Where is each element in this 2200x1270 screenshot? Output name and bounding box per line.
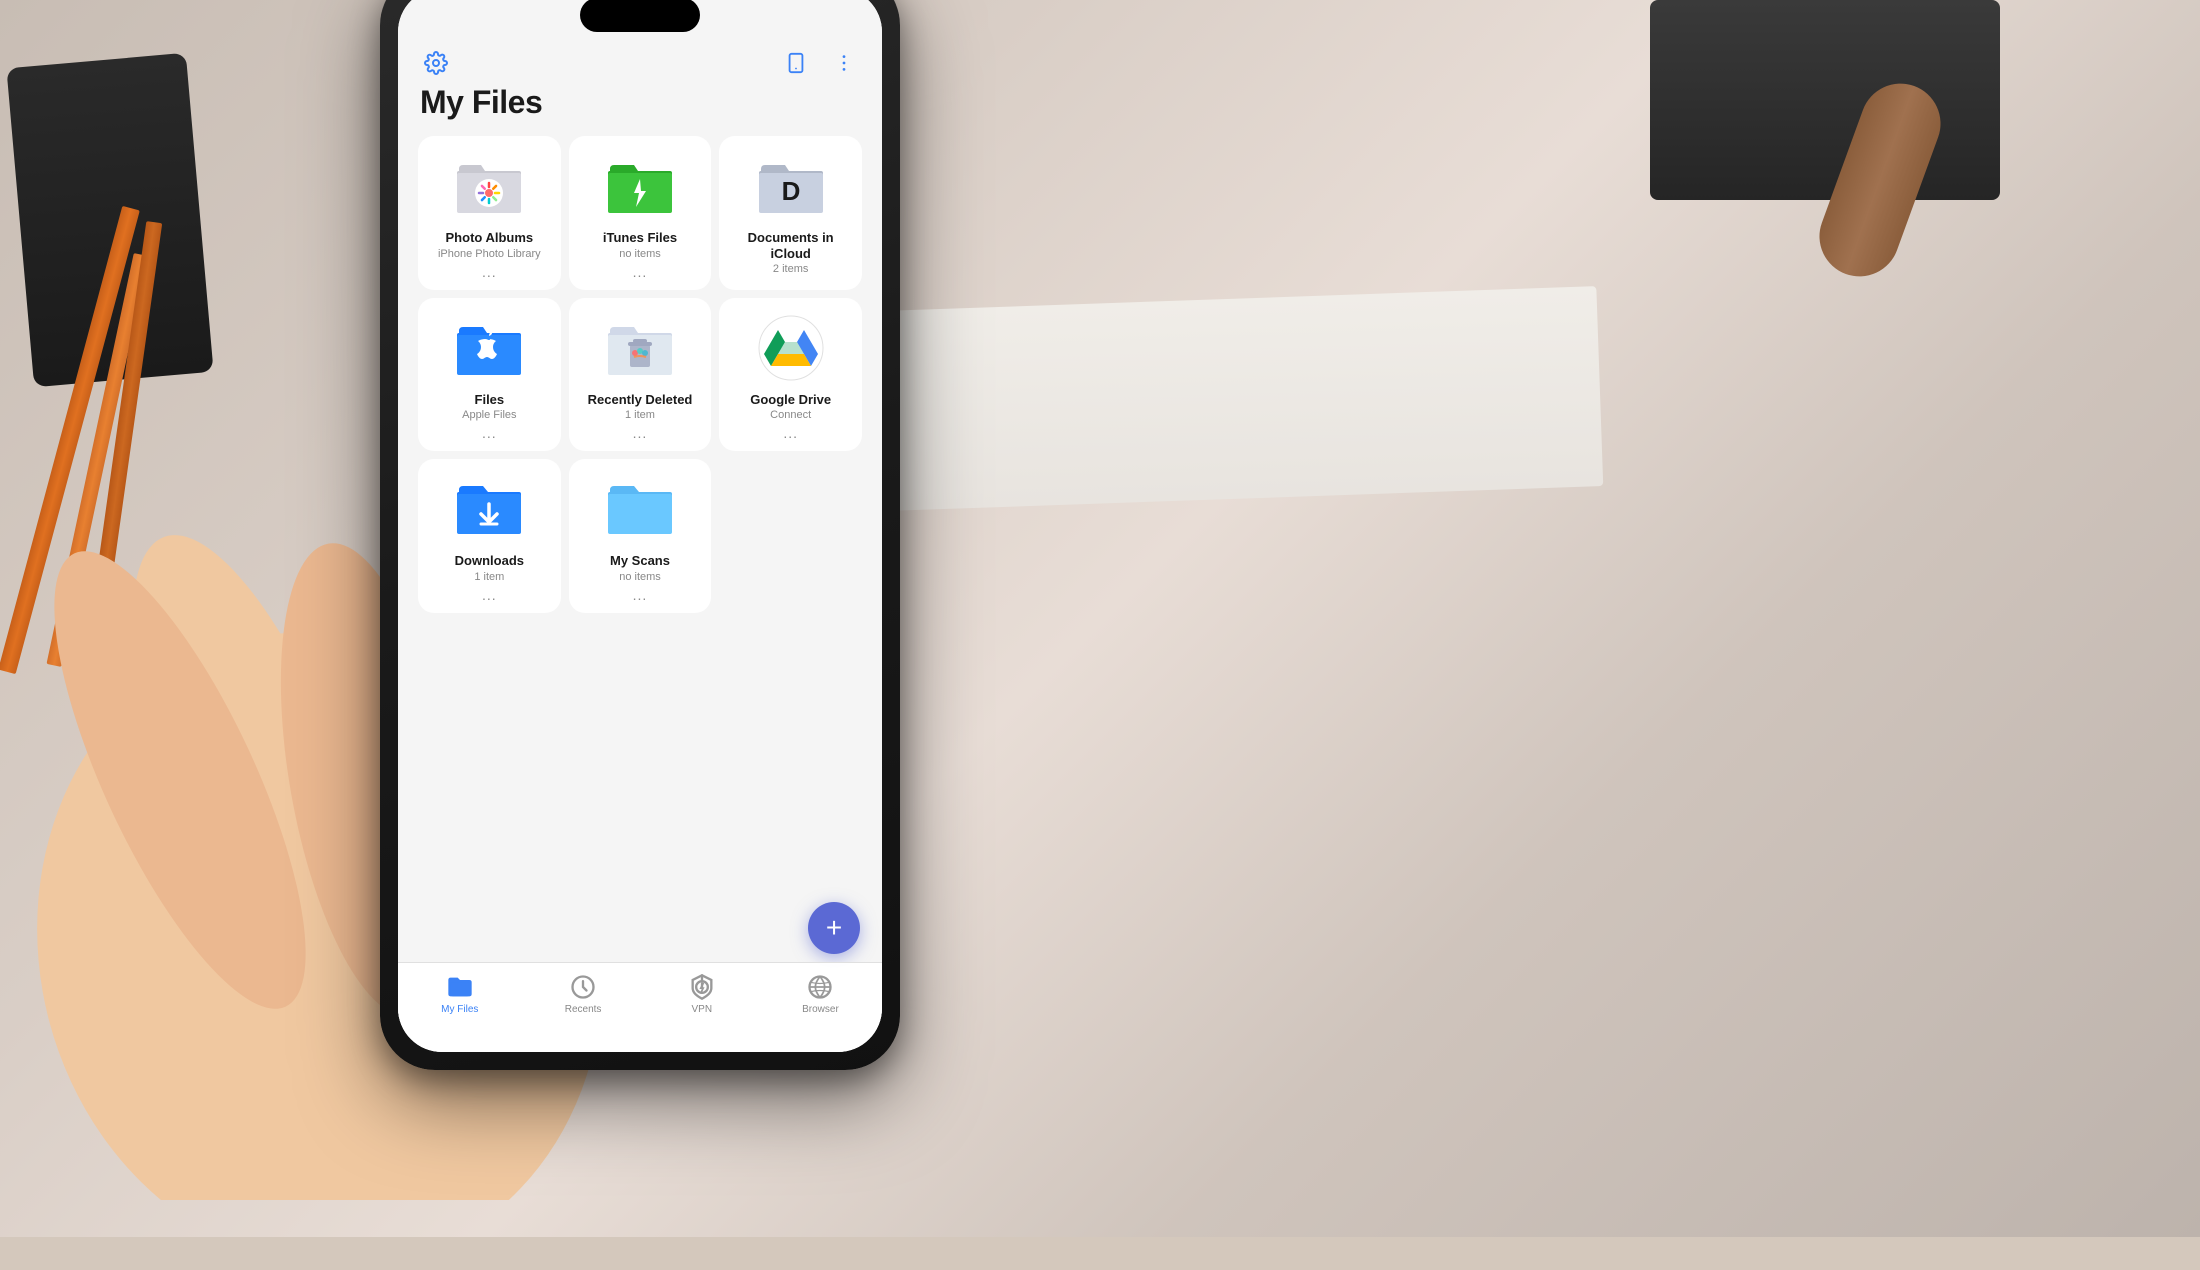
tab-recents[interactable]: Recents — [565, 973, 602, 1015]
phone-icon-button[interactable] — [778, 45, 814, 81]
vpn-tab-label: VPN — [692, 1004, 713, 1015]
phone-screen: My Files — [398, 0, 882, 1052]
photo-albums-icon — [453, 150, 525, 222]
file-item-my-scans[interactable]: My Scans no items ... — [569, 459, 712, 613]
more-icon-button[interactable] — [826, 45, 862, 81]
recently-deleted-name: Recently Deleted — [588, 392, 693, 408]
phone-body: My Files — [380, 0, 900, 1070]
tab-my-files[interactable]: My Files — [441, 973, 478, 1015]
files-sub: Apple Files — [462, 409, 516, 421]
photo-albums-sub: iPhone Photo Library — [438, 248, 541, 260]
page-title: My Files — [420, 84, 542, 121]
vpn-tab-icon — [688, 973, 716, 1001]
my-scans-more[interactable]: ... — [633, 587, 648, 603]
itunes-name: iTunes Files — [603, 230, 677, 246]
files-more[interactable]: ... — [482, 425, 497, 441]
recently-deleted-more[interactable]: ... — [633, 425, 648, 441]
file-item-icloud[interactable]: D Documents in iCloud 2 items — [719, 136, 862, 290]
google-drive-icon — [755, 312, 827, 384]
desk-white-book — [797, 286, 1603, 514]
my-scans-folder-icon — [604, 473, 676, 545]
settings-button[interactable] — [418, 45, 454, 81]
file-item-files[interactable]: Files Apple Files ... — [418, 298, 561, 452]
tab-bar: My Files Recents — [398, 962, 882, 1052]
desk-dark-item — [1650, 0, 2000, 200]
recently-deleted-icon — [604, 312, 676, 384]
downloads-folder-icon — [453, 473, 525, 545]
my-files-tab-icon — [446, 973, 474, 1001]
my-files-tab-label: My Files — [441, 1004, 478, 1015]
google-drive-name: Google Drive — [750, 392, 831, 408]
file-item-photo-albums[interactable]: Photo Albums iPhone Photo Library ... — [418, 136, 561, 290]
itunes-folder-icon — [604, 150, 676, 222]
file-item-downloads[interactable]: Downloads 1 item ... — [418, 459, 561, 613]
phone-device: My Files — [380, 0, 900, 1270]
apple-files-folder-icon — [453, 312, 525, 384]
svg-text:D: D — [781, 176, 800, 206]
tab-browser[interactable]: Browser — [802, 973, 839, 1015]
google-drive-sub: Connect — [770, 409, 811, 421]
my-scans-name: My Scans — [610, 553, 670, 569]
icloud-docs-name: Documents in iCloud — [727, 230, 854, 261]
tab-vpn[interactable]: VPN — [688, 973, 716, 1015]
file-item-recently-deleted[interactable]: Recently Deleted 1 item ... — [569, 298, 712, 452]
icloud-docs-sub: 2 items — [773, 263, 808, 275]
dynamic-island — [580, 0, 700, 32]
recents-tab-icon — [569, 973, 597, 1001]
recently-deleted-sub: 1 item — [625, 409, 655, 421]
recents-tab-label: Recents — [565, 1004, 602, 1015]
itunes-sub: no items — [619, 248, 661, 260]
files-name: Files — [475, 392, 505, 408]
downloads-sub: 1 item — [474, 571, 504, 583]
files-grid: Photo Albums iPhone Photo Library ... — [410, 136, 870, 613]
file-item-itunes[interactable]: iTunes Files no items ... — [569, 136, 712, 290]
downloads-more[interactable]: ... — [482, 587, 497, 603]
file-item-google-drive[interactable]: Google Drive Connect ... — [719, 298, 862, 452]
browser-tab-label: Browser — [802, 1004, 839, 1015]
icloud-folder-icon: D — [755, 150, 827, 222]
app-content: My Files — [398, 0, 882, 1052]
top-bar — [398, 38, 882, 88]
photo-albums-more[interactable]: ... — [482, 264, 497, 280]
google-drive-more[interactable]: ... — [783, 425, 798, 441]
photo-albums-name: Photo Albums — [446, 230, 534, 246]
add-button[interactable]: + — [808, 902, 860, 954]
browser-tab-icon — [806, 973, 834, 1001]
my-scans-sub: no items — [619, 571, 661, 583]
downloads-name: Downloads — [455, 553, 524, 569]
itunes-more[interactable]: ... — [633, 264, 648, 280]
top-bar-right-icons — [778, 45, 862, 81]
